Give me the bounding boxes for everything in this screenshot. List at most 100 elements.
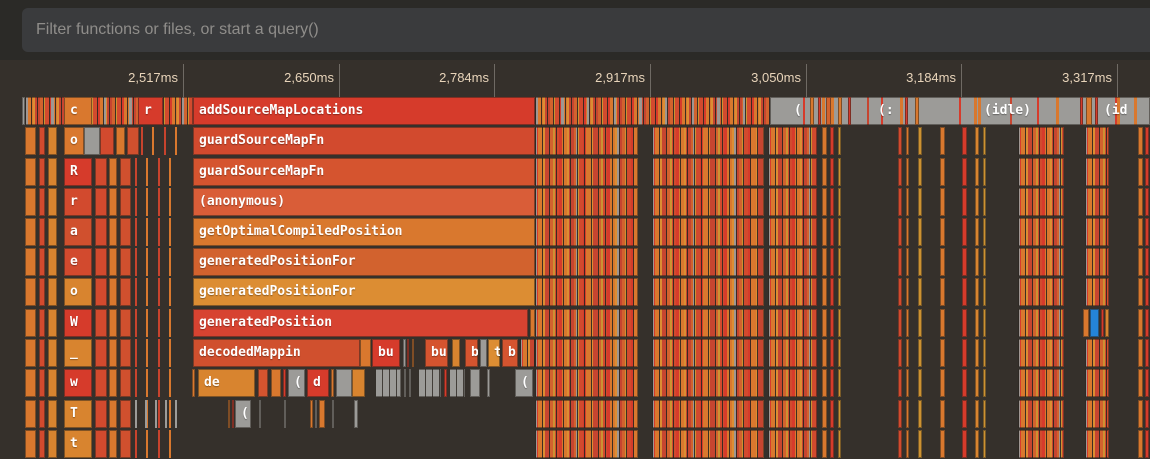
flame-sliver[interactable] xyxy=(109,158,117,186)
flame-sliver[interactable] xyxy=(822,369,827,397)
flame-sliver[interactable] xyxy=(906,158,909,186)
flame-sliver[interactable] xyxy=(830,127,834,155)
flame-sliver[interactable] xyxy=(918,278,922,306)
flame-sliver[interactable] xyxy=(906,309,909,337)
flame-sliver[interactable] xyxy=(1018,188,1064,216)
flame-frame[interactable]: (id xyxy=(1098,97,1150,125)
flame-sliver[interactable] xyxy=(838,309,841,337)
flame-sliver[interactable] xyxy=(1018,400,1064,428)
flame-sliver[interactable] xyxy=(652,248,764,276)
flame-sliver[interactable] xyxy=(1018,248,1064,276)
flame-sliver[interactable] xyxy=(940,158,945,186)
flame-sliver[interactable] xyxy=(838,248,841,276)
flame-sliver[interactable] xyxy=(898,430,902,458)
flame-sliver[interactable] xyxy=(116,127,125,155)
flame-sliver[interactable] xyxy=(962,369,967,397)
flame-sliver[interactable] xyxy=(940,278,945,306)
flame-sliver[interactable] xyxy=(25,309,36,337)
flame-sliver[interactable] xyxy=(1018,309,1064,337)
flame-sliver[interactable] xyxy=(95,278,107,306)
flame-sliver[interactable] xyxy=(962,248,967,276)
flame-frame[interactable]: R xyxy=(64,158,92,186)
flame-sliver[interactable] xyxy=(983,158,986,186)
flame-sliver[interactable] xyxy=(1085,400,1109,428)
flame-frame[interactable]: T xyxy=(64,400,92,428)
flame-sliver[interactable] xyxy=(283,369,286,397)
flame-frame[interactable]: (: xyxy=(872,97,902,125)
flame-sliver[interactable] xyxy=(95,158,107,186)
flame-frame[interactable]: bu xyxy=(425,339,448,367)
flame-sliver[interactable] xyxy=(918,248,922,276)
flame-sliver[interactable] xyxy=(1085,188,1109,216)
flame-sliver[interactable] xyxy=(39,127,45,155)
flame-sliver[interactable] xyxy=(768,369,817,397)
flame-sliver[interactable] xyxy=(838,188,841,216)
flame-sliver[interactable] xyxy=(918,127,922,155)
flame-sliver[interactable] xyxy=(135,400,177,428)
flame-frame[interactable]: r xyxy=(64,188,92,216)
flame-sliver[interactable] xyxy=(768,218,817,246)
flame-sliver[interactable] xyxy=(1138,400,1143,428)
flame-sliver[interactable] xyxy=(39,400,45,428)
flame-sliver[interactable] xyxy=(830,218,834,246)
flame-frame[interactable]: o xyxy=(64,127,84,155)
flame-sliver[interactable] xyxy=(830,400,834,428)
flame-sliver[interactable] xyxy=(354,400,358,428)
flame-sliver[interactable] xyxy=(48,188,57,216)
flame-sliver[interactable] xyxy=(95,430,107,458)
flame-sliver[interactable] xyxy=(838,369,841,397)
flame-sliver[interactable] xyxy=(962,430,967,458)
flame-sliver[interactable] xyxy=(25,339,36,367)
flame-frame[interactable]: w xyxy=(64,369,92,397)
flame-sliver[interactable] xyxy=(906,248,909,276)
flame-sliver[interactable] xyxy=(975,369,979,397)
flame-sliver[interactable] xyxy=(284,400,286,428)
flame-sliver[interactable] xyxy=(983,430,986,458)
flame-sliver[interactable] xyxy=(331,369,334,397)
flame-sliver[interactable] xyxy=(822,158,827,186)
flame-sliver[interactable] xyxy=(470,369,480,397)
flame-sliver[interactable] xyxy=(768,188,817,216)
flame-sliver[interactable] xyxy=(192,369,195,397)
flame-frame[interactable]: guardSourceMapFn xyxy=(193,127,535,155)
flame-sliver[interactable] xyxy=(1145,369,1149,397)
flame-sliver[interactable] xyxy=(48,158,57,186)
flame-sliver[interactable] xyxy=(109,369,117,397)
flame-sliver[interactable] xyxy=(1138,339,1143,367)
flame-sliver[interactable] xyxy=(120,248,131,276)
flame-sliver[interactable] xyxy=(768,248,817,276)
flame-sliver[interactable] xyxy=(975,309,979,337)
flame-sliver[interactable] xyxy=(652,430,764,458)
flame-frame[interactable]: (anonymous) xyxy=(193,188,535,216)
flame-frame[interactable]: generatedPositionFor xyxy=(193,248,535,276)
flame-sliver[interactable] xyxy=(25,400,36,428)
flame-sliver[interactable] xyxy=(535,400,638,428)
flame-sliver[interactable] xyxy=(940,369,945,397)
flame-sliver[interactable] xyxy=(1085,430,1109,458)
flame-sliver[interactable] xyxy=(375,369,401,397)
flame-sliver[interactable] xyxy=(95,369,107,397)
flame-sliver[interactable] xyxy=(25,188,36,216)
flame-frame[interactable]: (idle) xyxy=(978,97,1064,125)
flame-sliver[interactable] xyxy=(838,339,841,367)
flame-sliver[interactable] xyxy=(39,369,45,397)
flame-sliver[interactable] xyxy=(1018,369,1064,397)
flame-sliver[interactable] xyxy=(838,400,841,428)
flame-sliver[interactable] xyxy=(535,369,638,397)
flame-sliver[interactable] xyxy=(135,278,177,306)
flame-sliver[interactable] xyxy=(1018,339,1064,367)
flame-frame[interactable]: addSourceMapLocations xyxy=(193,97,535,125)
flame-sliver[interactable] xyxy=(1018,158,1064,186)
flame-sliver[interactable] xyxy=(918,369,922,397)
flame-sliver[interactable] xyxy=(1145,309,1149,337)
flame-sliver[interactable] xyxy=(975,218,979,246)
flame-sliver[interactable] xyxy=(535,248,638,276)
flame-sliver[interactable] xyxy=(906,400,909,428)
flame-sliver[interactable] xyxy=(822,127,827,155)
flame-sliver[interactable] xyxy=(120,430,131,458)
flame-sliver[interactable] xyxy=(109,309,117,337)
flame-frame[interactable]: guardSourceMapFn xyxy=(193,158,535,186)
flame-sliver[interactable] xyxy=(25,97,193,125)
flame-sliver[interactable] xyxy=(100,127,114,155)
flame-sliver[interactable] xyxy=(25,218,36,246)
